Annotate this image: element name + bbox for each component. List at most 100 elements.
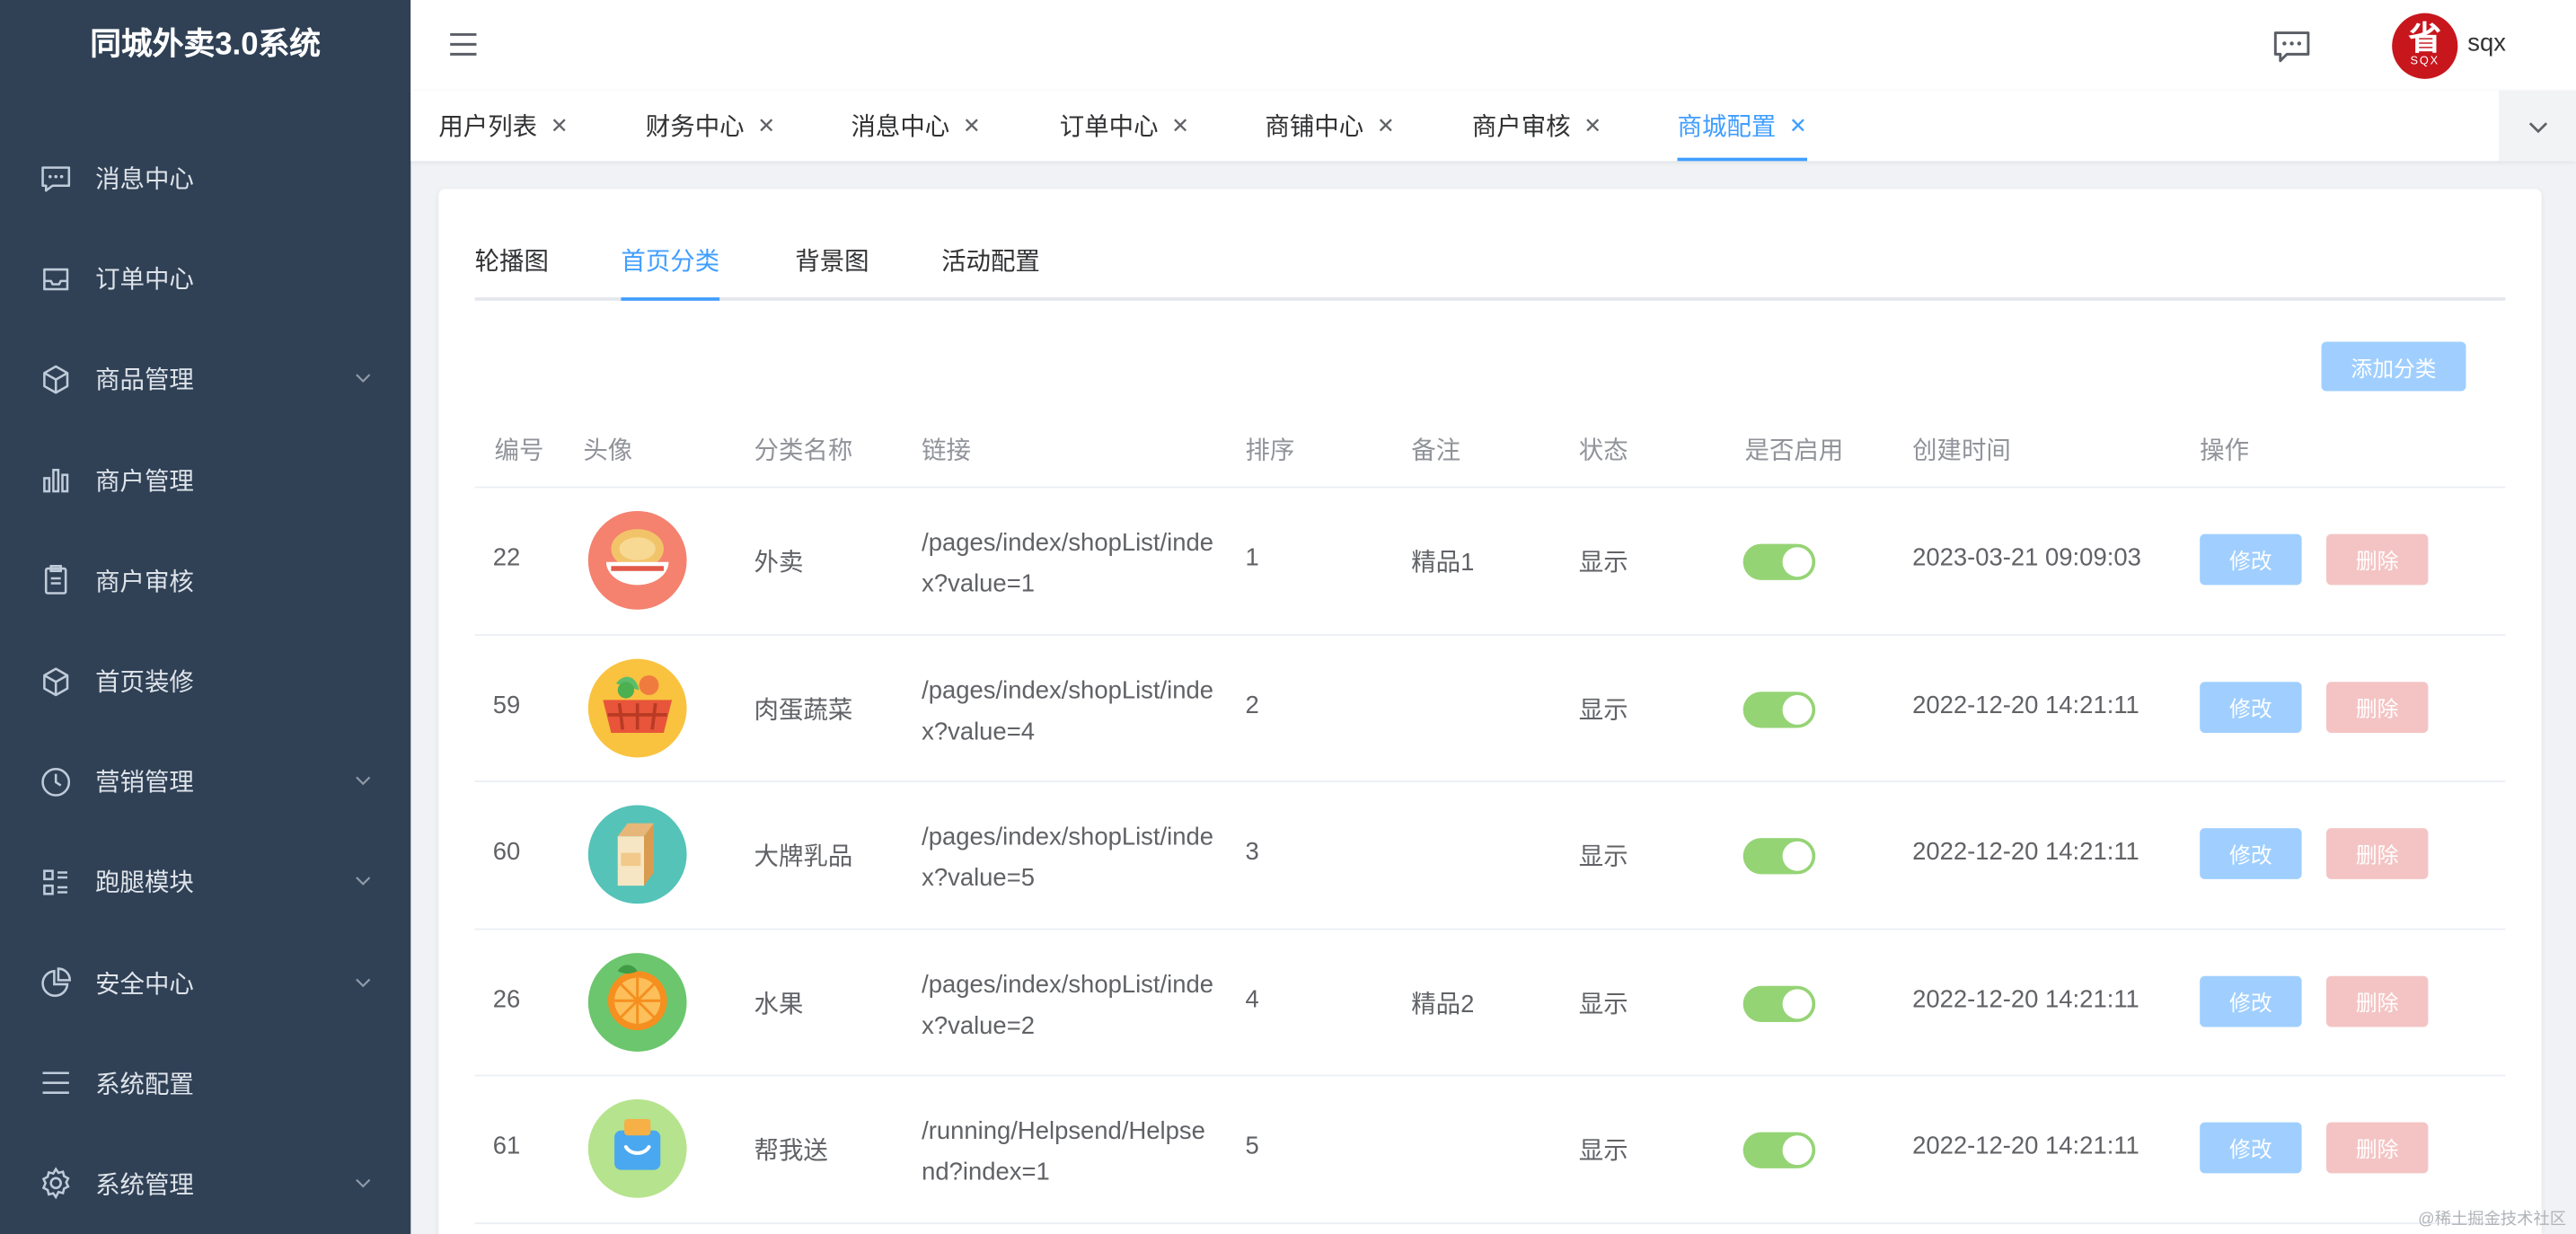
sidebar-item-sys-config[interactable]: 系统配置 <box>0 1033 410 1133</box>
enable-toggle[interactable] <box>1742 838 1816 875</box>
cell-sort: 3 <box>1245 838 1259 867</box>
sidebar-item-label: 商品管理 <box>95 366 194 395</box>
column-header: 创建时间 <box>1912 436 2011 465</box>
sidebar-item-orders[interactable]: 订单中心 <box>0 229 410 330</box>
table-row: 61 帮我送/running/Helpsend/Helpsend?index=1 5… <box>474 1076 2506 1224</box>
delete-button[interactable]: 删除 <box>2326 533 2429 586</box>
app-root: 同城外卖3.0系统 消息中心 订单中心 商品管理 商户管理 商户审核 首页装修 营销管理 跑腿… <box>0 0 2576 1234</box>
tag-view-item[interactable]: 商城配置 ✕ <box>1677 91 1807 162</box>
sidebar-item-errand[interactable]: 跑腿模块 <box>0 832 410 932</box>
edit-button[interactable]: 修改 <box>2200 974 2302 1027</box>
column-header: 链接 <box>922 436 972 465</box>
cell-id: 59 <box>492 691 521 719</box>
column-header: 操作 <box>2200 436 2250 465</box>
tag-label: 商城配置 <box>1677 113 1777 142</box>
sidebar-item-home-decor[interactable]: 首页装修 <box>0 630 410 731</box>
close-icon[interactable]: ✕ <box>1171 112 1189 138</box>
app-title: 同城外卖3.0系统 <box>90 28 322 63</box>
bar-chart-icon <box>40 463 73 497</box>
close-icon[interactable]: ✕ <box>757 112 775 138</box>
tag-view-item[interactable]: 订单中心 ✕ <box>1060 91 1189 162</box>
tag-view-item[interactable]: 财务中心 ✕ <box>646 91 775 162</box>
add-category-button[interactable]: 添加分类 <box>2321 341 2466 392</box>
sidebar-item-message[interactable]: 消息中心 <box>0 128 410 229</box>
edit-button[interactable]: 修改 <box>2200 533 2302 586</box>
chevron-down-icon <box>355 366 371 383</box>
chat-icon[interactable] <box>2272 26 2312 66</box>
username[interactable]: sqx <box>2467 30 2506 57</box>
delete-button[interactable]: 删除 <box>2326 828 2429 879</box>
gear-icon <box>40 1168 73 1201</box>
tab-3[interactable]: 活动配置 <box>941 243 1040 297</box>
avatar[interactable]: 省 SQX <box>2392 13 2458 79</box>
inbox-icon <box>40 262 73 295</box>
tag-view-item[interactable]: 商铺中心 ✕ <box>1265 91 1394 162</box>
clipboard-icon <box>40 564 73 597</box>
message-icon <box>40 162 73 195</box>
close-icon[interactable]: ✕ <box>1377 112 1395 138</box>
close-icon[interactable]: ✕ <box>963 112 981 138</box>
cell-id: 61 <box>492 1132 521 1160</box>
tag-label: 消息中心 <box>851 113 950 142</box>
sidebar-item-label: 系统配置 <box>95 1071 194 1099</box>
sidebar-item-label: 跑腿模块 <box>95 869 194 898</box>
tag-label: 订单中心 <box>1059 113 1159 142</box>
sidebar-item-security[interactable]: 安全中心 <box>0 932 410 1033</box>
close-icon[interactable]: ✕ <box>551 112 569 138</box>
bowl-icon <box>587 509 688 611</box>
cell-link: /running/Helpsend/Helpsend?index=1 <box>922 1117 1205 1186</box>
close-icon[interactable]: ✕ <box>1584 112 1601 138</box>
hamburger-icon[interactable] <box>447 28 481 61</box>
tags-dropdown-button[interactable] <box>2499 90 2576 162</box>
sub-tabs: 轮播图 首页分类 背景图 活动配置 <box>474 230 2506 301</box>
toggle-knob <box>1782 1135 1813 1166</box>
cell-created: 2022-12-20 14:21:11 <box>1912 984 2139 1013</box>
tag-view-item[interactable]: 消息中心 ✕ <box>851 91 980 162</box>
sidebar-item-products[interactable]: 商品管理 <box>0 330 410 430</box>
tag-view-item[interactable]: 商户审核 ✕ <box>1472 91 1601 162</box>
top-header: 省 SQX sqx <box>410 0 2576 93</box>
toggle-knob <box>1782 694 1813 724</box>
tab-2[interactable]: 背景图 <box>795 243 869 297</box>
parcel-icon <box>587 1097 688 1199</box>
cell-link: /pages/index/shopList/index?value=2 <box>922 970 1214 1040</box>
enable-toggle[interactable] <box>1742 543 1816 580</box>
sidebar-item-merchant-review[interactable]: 商户审核 <box>0 531 410 631</box>
watermark: @稀土掘金技术社区 <box>2418 1211 2567 1230</box>
cell-id: 22 <box>492 543 521 572</box>
toggle-knob <box>1782 841 1813 871</box>
edit-button[interactable]: 修改 <box>2200 1122 2302 1174</box>
delete-button[interactable]: 删除 <box>2326 974 2429 1027</box>
sidebar-item-label: 订单中心 <box>95 266 194 295</box>
sidebar-item-sys-admin[interactable]: 系统管理 <box>0 1133 410 1234</box>
category-table: 编号 头像 分类名称 链接 排序 备注 状态 是否启用 创建时间 操作 22 外卖/pages/in… <box>474 410 2506 1224</box>
enable-toggle[interactable] <box>1742 1132 1816 1168</box>
sidebar-item-merchants[interactable]: 商户管理 <box>0 430 410 531</box>
sidebar-item-marketing[interactable]: 营销管理 <box>0 731 410 832</box>
close-icon[interactable]: ✕ <box>1789 112 1807 138</box>
delete-button[interactable]: 删除 <box>2326 1122 2429 1174</box>
enable-toggle[interactable] <box>1742 984 1816 1022</box>
tab-1[interactable]: 首页分类 <box>621 243 720 301</box>
cell-sort: 5 <box>1245 1132 1259 1160</box>
milk-icon <box>587 804 688 905</box>
edit-button[interactable]: 修改 <box>2200 681 2302 733</box>
cell-created: 2022-12-20 14:21:11 <box>1912 838 2139 867</box>
delete-button[interactable]: 删除 <box>2326 681 2429 733</box>
column-header: 排序 <box>1245 436 1295 465</box>
chevron-down-icon <box>2527 121 2547 133</box>
tab-0[interactable]: 轮播图 <box>475 243 549 297</box>
column-header: 是否启用 <box>1744 436 1844 465</box>
cell-status: 显示 <box>1578 549 1628 577</box>
tag-label: 财务中心 <box>645 113 745 142</box>
enable-toggle[interactable] <box>1742 691 1816 727</box>
cell-name: 大牌乳品 <box>754 842 853 871</box>
cell-sort: 2 <box>1245 691 1259 719</box>
edit-button[interactable]: 修改 <box>2200 828 2302 879</box>
sidebar-item-label: 消息中心 <box>95 165 194 195</box>
column-header: 分类名称 <box>754 436 853 465</box>
sidebar-item-label: 营销管理 <box>95 769 194 798</box>
cell-status: 显示 <box>1578 1137 1628 1166</box>
tag-view-item[interactable]: 用户列表 ✕ <box>438 91 568 162</box>
cell-remark: 精品2 <box>1411 990 1475 1018</box>
